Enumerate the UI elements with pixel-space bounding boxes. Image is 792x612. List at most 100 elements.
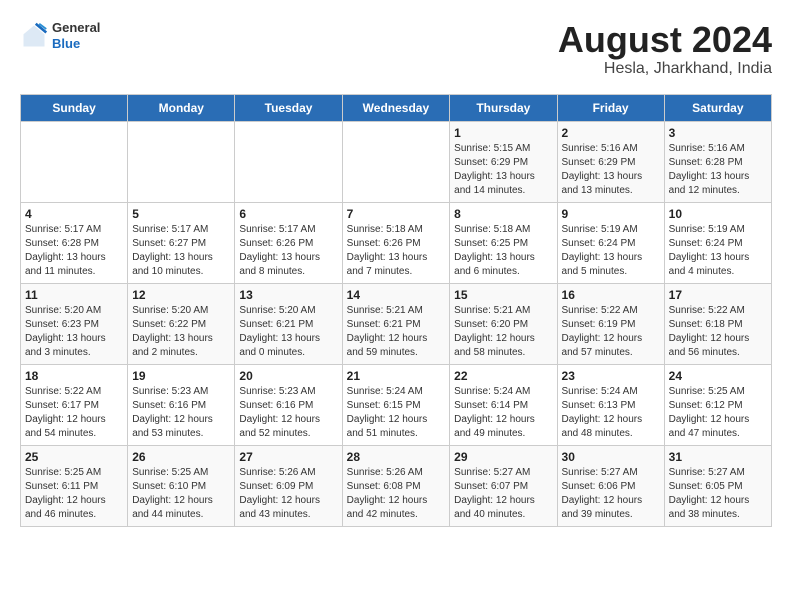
- day-info: Sunrise: 5:25 AM Sunset: 6:10 PM Dayligh…: [132, 466, 230, 522]
- weekday-header-tuesday: Tuesday: [235, 94, 342, 121]
- calendar-cell: 6Sunrise: 5:17 AM Sunset: 6:26 PM Daylig…: [235, 202, 342, 283]
- calendar-cell: 20 Sunrise: 5:23 AM Sunset: 6:16 PM Dayli…: [235, 364, 342, 445]
- calendar-cell: 9Sunrise: 5:19 AM Sunset: 6:24 PM Daylig…: [557, 202, 664, 283]
- calendar-cell: 1 Sunrise: 5:15 AM Sunset: 6:29 PM Daylig…: [450, 121, 557, 202]
- day-number: 17: [669, 288, 767, 302]
- weekday-header-sunday: Sunday: [21, 94, 128, 121]
- day-number: 7: [347, 207, 446, 221]
- day-info: Sunrise: 5:25 AM Sunset: 6:11 PM Dayligh…: [25, 466, 123, 522]
- logo-icon: [20, 22, 48, 50]
- day-number: 29: [454, 450, 552, 464]
- day-number: 22: [454, 369, 552, 383]
- day-info: Sunrise: 5:17 AM Sunset: 6:27 PM Dayligh…: [132, 223, 230, 279]
- calendar-cell: [128, 121, 235, 202]
- day-number: 28: [347, 450, 446, 464]
- calendar-cell: 11Sunrise: 5:20 AM Sunset: 6:23 PM Dayli…: [21, 283, 128, 364]
- calendar-cell: 16 Sunrise: 5:22 AM Sunset: 6:19 PM Dayli…: [557, 283, 664, 364]
- day-number: 4: [25, 207, 123, 221]
- day-info: Sunrise: 5:17 AM Sunset: 6:28 PM Dayligh…: [25, 223, 123, 279]
- day-info: Sunrise: 5:24 AM Sunset: 6:13 PM Dayligh…: [562, 385, 660, 441]
- day-info: Sunrise: 5:19 AM Sunset: 6:24 PM Dayligh…: [669, 223, 767, 279]
- calendar-cell: 23Sunrise: 5:24 AM Sunset: 6:13 PM Dayli…: [557, 364, 664, 445]
- day-info: Sunrise: 5:27 AM Sunset: 6:05 PM Dayligh…: [669, 466, 767, 522]
- day-info: Sunrise: 5:16 AM Sunset: 6:28 PM Dayligh…: [669, 142, 767, 198]
- weekday-header-saturday: Saturday: [664, 94, 771, 121]
- calendar-table: SundayMondayTuesdayWednesdayThursdayFrid…: [20, 94, 772, 527]
- calendar-cell: 26 Sunrise: 5:25 AM Sunset: 6:10 PM Dayli…: [128, 445, 235, 526]
- weekday-header-wednesday: Wednesday: [342, 94, 450, 121]
- calendar-cell: 21Sunrise: 5:24 AM Sunset: 6:15 PM Dayli…: [342, 364, 450, 445]
- weekday-header-friday: Friday: [557, 94, 664, 121]
- calendar-cell: 4 Sunrise: 5:17 AM Sunset: 6:28 PM Daylig…: [21, 202, 128, 283]
- calendar-cell: 27 Sunrise: 5:26 AM Sunset: 6:09 PM Dayli…: [235, 445, 342, 526]
- calendar-cell: [21, 121, 128, 202]
- day-info: Sunrise: 5:18 AM Sunset: 6:25 PM Dayligh…: [454, 223, 552, 279]
- day-number: 26: [132, 450, 230, 464]
- day-number: 8: [454, 207, 552, 221]
- day-info: Sunrise: 5:24 AM Sunset: 6:14 PM Dayligh…: [454, 385, 552, 441]
- day-number: 31: [669, 450, 767, 464]
- day-info: Sunrise: 5:16 AM Sunset: 6:29 PM Dayligh…: [562, 142, 660, 198]
- day-info: Sunrise: 5:21 AM Sunset: 6:20 PM Dayligh…: [454, 304, 552, 360]
- day-info: Sunrise: 5:22 AM Sunset: 6:18 PM Dayligh…: [669, 304, 767, 360]
- calendar-week-row: 4 Sunrise: 5:17 AM Sunset: 6:28 PM Daylig…: [21, 202, 772, 283]
- day-number: 24: [669, 369, 767, 383]
- day-number: 12: [132, 288, 230, 302]
- calendar-week-row: 18 Sunrise: 5:22 AM Sunset: 6:17 PM Dayli…: [21, 364, 772, 445]
- day-number: 16: [562, 288, 660, 302]
- day-number: 5: [132, 207, 230, 221]
- day-info: Sunrise: 5:24 AM Sunset: 6:15 PM Dayligh…: [347, 385, 446, 441]
- calendar-week-row: 1 Sunrise: 5:15 AM Sunset: 6:29 PM Daylig…: [21, 121, 772, 202]
- day-number: 1: [454, 126, 552, 140]
- day-number: 19: [132, 369, 230, 383]
- day-number: 18: [25, 369, 123, 383]
- day-number: 3: [669, 126, 767, 140]
- calendar-cell: 3 Sunrise: 5:16 AM Sunset: 6:28 PM Daylig…: [664, 121, 771, 202]
- day-info: Sunrise: 5:26 AM Sunset: 6:08 PM Dayligh…: [347, 466, 446, 522]
- calendar-cell: 15 Sunrise: 5:21 AM Sunset: 6:20 PM Dayli…: [450, 283, 557, 364]
- day-info: Sunrise: 5:23 AM Sunset: 6:16 PM Dayligh…: [132, 385, 230, 441]
- weekday-header-monday: Monday: [128, 94, 235, 121]
- calendar-cell: 24 Sunrise: 5:25 AM Sunset: 6:12 PM Dayli…: [664, 364, 771, 445]
- day-info: Sunrise: 5:27 AM Sunset: 6:06 PM Dayligh…: [562, 466, 660, 522]
- day-info: Sunrise: 5:27 AM Sunset: 6:07 PM Dayligh…: [454, 466, 552, 522]
- calendar-cell: [235, 121, 342, 202]
- weekday-header-row: SundayMondayTuesdayWednesdayThursdayFrid…: [21, 94, 772, 121]
- day-info: Sunrise: 5:26 AM Sunset: 6:09 PM Dayligh…: [239, 466, 337, 522]
- day-number: 27: [239, 450, 337, 464]
- day-number: 11: [25, 288, 123, 302]
- weekday-header-thursday: Thursday: [450, 94, 557, 121]
- day-info: Sunrise: 5:22 AM Sunset: 6:19 PM Dayligh…: [562, 304, 660, 360]
- logo-general: General: [52, 20, 100, 36]
- calendar-cell: [342, 121, 450, 202]
- day-info: Sunrise: 5:23 AM Sunset: 6:16 PM Dayligh…: [239, 385, 337, 441]
- day-info: Sunrise: 5:17 AM Sunset: 6:26 PM Dayligh…: [239, 223, 337, 279]
- calendar-cell: 13Sunrise: 5:20 AM Sunset: 6:21 PM Dayli…: [235, 283, 342, 364]
- day-number: 25: [25, 450, 123, 464]
- title-block: August 2024 Hesla, Jharkhand, India: [558, 20, 772, 78]
- day-info: Sunrise: 5:21 AM Sunset: 6:21 PM Dayligh…: [347, 304, 446, 360]
- calendar-week-row: 25 Sunrise: 5:25 AM Sunset: 6:11 PM Dayli…: [21, 445, 772, 526]
- day-info: Sunrise: 5:15 AM Sunset: 6:29 PM Dayligh…: [454, 142, 552, 198]
- calendar-cell: 30Sunrise: 5:27 AM Sunset: 6:06 PM Dayli…: [557, 445, 664, 526]
- calendar-cell: 14 Sunrise: 5:21 AM Sunset: 6:21 PM Dayli…: [342, 283, 450, 364]
- day-number: 13: [239, 288, 337, 302]
- calendar-cell: 31 Sunrise: 5:27 AM Sunset: 6:05 PM Dayli…: [664, 445, 771, 526]
- calendar-cell: 25 Sunrise: 5:25 AM Sunset: 6:11 PM Dayli…: [21, 445, 128, 526]
- calendar-cell: 17 Sunrise: 5:22 AM Sunset: 6:18 PM Dayli…: [664, 283, 771, 364]
- day-number: 2: [562, 126, 660, 140]
- day-info: Sunrise: 5:25 AM Sunset: 6:12 PM Dayligh…: [669, 385, 767, 441]
- logo-text: General Blue: [52, 20, 100, 51]
- day-number: 9: [562, 207, 660, 221]
- day-info: Sunrise: 5:20 AM Sunset: 6:22 PM Dayligh…: [132, 304, 230, 360]
- month-year-title: August 2024: [558, 20, 772, 60]
- calendar-cell: 5 Sunrise: 5:17 AM Sunset: 6:27 PM Daylig…: [128, 202, 235, 283]
- calendar-cell: 7 Sunrise: 5:18 AM Sunset: 6:26 PM Daylig…: [342, 202, 450, 283]
- day-info: Sunrise: 5:22 AM Sunset: 6:17 PM Dayligh…: [25, 385, 123, 441]
- day-number: 15: [454, 288, 552, 302]
- day-number: 14: [347, 288, 446, 302]
- calendar-cell: 8 Sunrise: 5:18 AM Sunset: 6:25 PM Daylig…: [450, 202, 557, 283]
- day-number: 20: [239, 369, 337, 383]
- day-info: Sunrise: 5:18 AM Sunset: 6:26 PM Dayligh…: [347, 223, 446, 279]
- calendar-cell: 18 Sunrise: 5:22 AM Sunset: 6:17 PM Dayli…: [21, 364, 128, 445]
